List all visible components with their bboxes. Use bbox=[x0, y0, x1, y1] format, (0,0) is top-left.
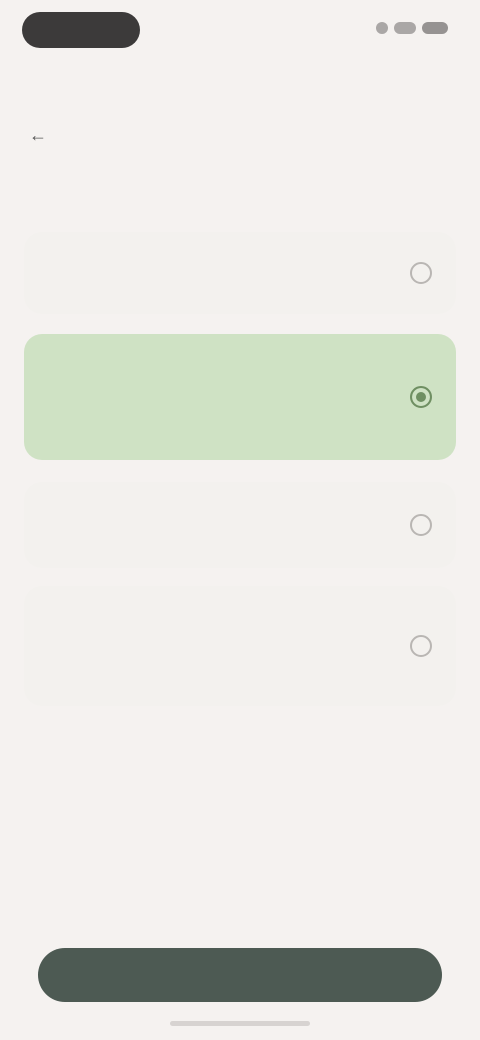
home-indicator bbox=[170, 1021, 310, 1026]
battery-icon bbox=[422, 22, 448, 34]
radio-button[interactable] bbox=[410, 635, 432, 657]
radio-button[interactable] bbox=[410, 386, 432, 408]
signal-icon bbox=[376, 22, 388, 34]
wifi-icon bbox=[394, 22, 416, 34]
status-pill bbox=[22, 12, 140, 48]
option-3[interactable] bbox=[24, 482, 456, 568]
back-row: ← bbox=[26, 122, 50, 148]
radio-button[interactable] bbox=[410, 262, 432, 284]
option-2[interactable] bbox=[24, 334, 456, 460]
arrow-left-icon[interactable]: ← bbox=[26, 123, 50, 147]
continue-button[interactable] bbox=[38, 948, 442, 1002]
option-1[interactable] bbox=[24, 232, 456, 314]
radio-button[interactable] bbox=[410, 514, 432, 536]
status-icons bbox=[376, 22, 448, 34]
option-4[interactable] bbox=[24, 586, 456, 706]
status-bar bbox=[0, 0, 480, 60]
